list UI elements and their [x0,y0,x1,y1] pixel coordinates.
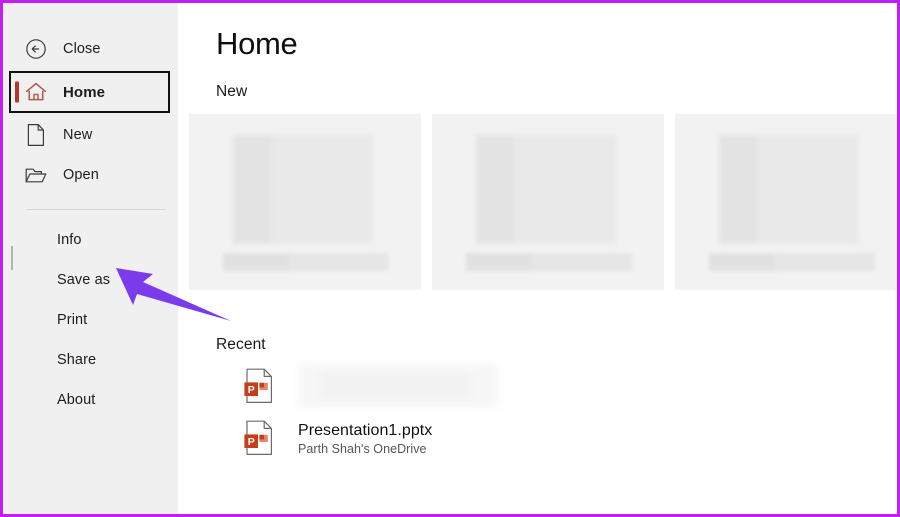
sidebar-item-label: Save as [57,272,111,288]
powerpoint-file-icon: P [242,367,276,405]
sidebar-item-share[interactable]: Share [3,340,178,380]
template-gallery [178,114,897,291]
back-arrow-circle-icon [23,36,49,62]
powerpoint-file-icon: P [242,419,276,457]
recent-section-heading: Recent [216,336,266,354]
template-thumbnail[interactable] [432,114,664,291]
svg-text:P: P [248,436,255,448]
selected-accent-bar [15,81,19,103]
sidebar-item-label: Close [63,41,101,57]
screenshot-frame: Close Home New Open Info Save as Print S… [0,0,900,517]
list-item[interactable]: P Presentation1.pptx Parth Shah's OneDri… [216,412,897,464]
template-preview-area [233,135,373,245]
sidebar-scroll-indicator[interactable] [11,246,13,270]
sidebar-item-label: Share [57,352,97,368]
sidebar-item-about[interactable]: About [3,380,178,420]
sidebar-item-label: Info [57,232,82,248]
sidebar-item-save-as[interactable]: Save as [3,260,178,300]
sidebar-item-new[interactable]: New [11,115,170,155]
sidebar-item-label: New [63,127,93,143]
sidebar-item-open[interactable]: Open [11,155,170,195]
page-title: Home [216,26,298,61]
sidebar-item-label: Open [63,167,99,183]
recent-file-name: Presentation1.pptx [298,421,433,439]
template-caption-placeholder [466,253,632,272]
template-caption-placeholder [709,253,875,272]
template-caption-placeholder [223,253,389,272]
sidebar-divider [27,209,166,210]
sidebar-item-label: About [57,392,96,408]
new-section-heading: New [216,83,248,101]
recent-file-text: Presentation1.pptx Parth Shah's OneDrive [298,421,432,456]
template-thumbnail[interactable] [675,114,897,291]
backstage-content: Home New Recent P P Presentation1.pptx P… [178,3,897,514]
sidebar-item-close[interactable]: Close [11,29,170,69]
sidebar-item-home[interactable]: Home [9,71,170,113]
template-preview-area [476,135,616,245]
sidebar-item-label: Print [57,312,88,328]
document-page-icon [23,122,49,148]
house-icon [23,79,49,105]
svg-text:P: P [248,384,255,396]
sidebar-item-print[interactable]: Print [3,300,178,340]
template-preview-area [719,135,859,245]
redacted-filename [298,364,498,409]
open-folder-icon [23,162,49,188]
template-thumbnail[interactable] [189,114,421,291]
sidebar-item-info[interactable]: Info [3,220,178,260]
sidebar-item-label: Home [63,83,106,101]
recent-file-location: Parth Shah's OneDrive [298,441,427,456]
list-item[interactable]: P [216,360,897,412]
powerpoint-backstage-view: Close Home New Open Info Save as Print S… [3,3,897,514]
backstage-sidebar: Close Home New Open Info Save as Print S… [3,3,178,514]
